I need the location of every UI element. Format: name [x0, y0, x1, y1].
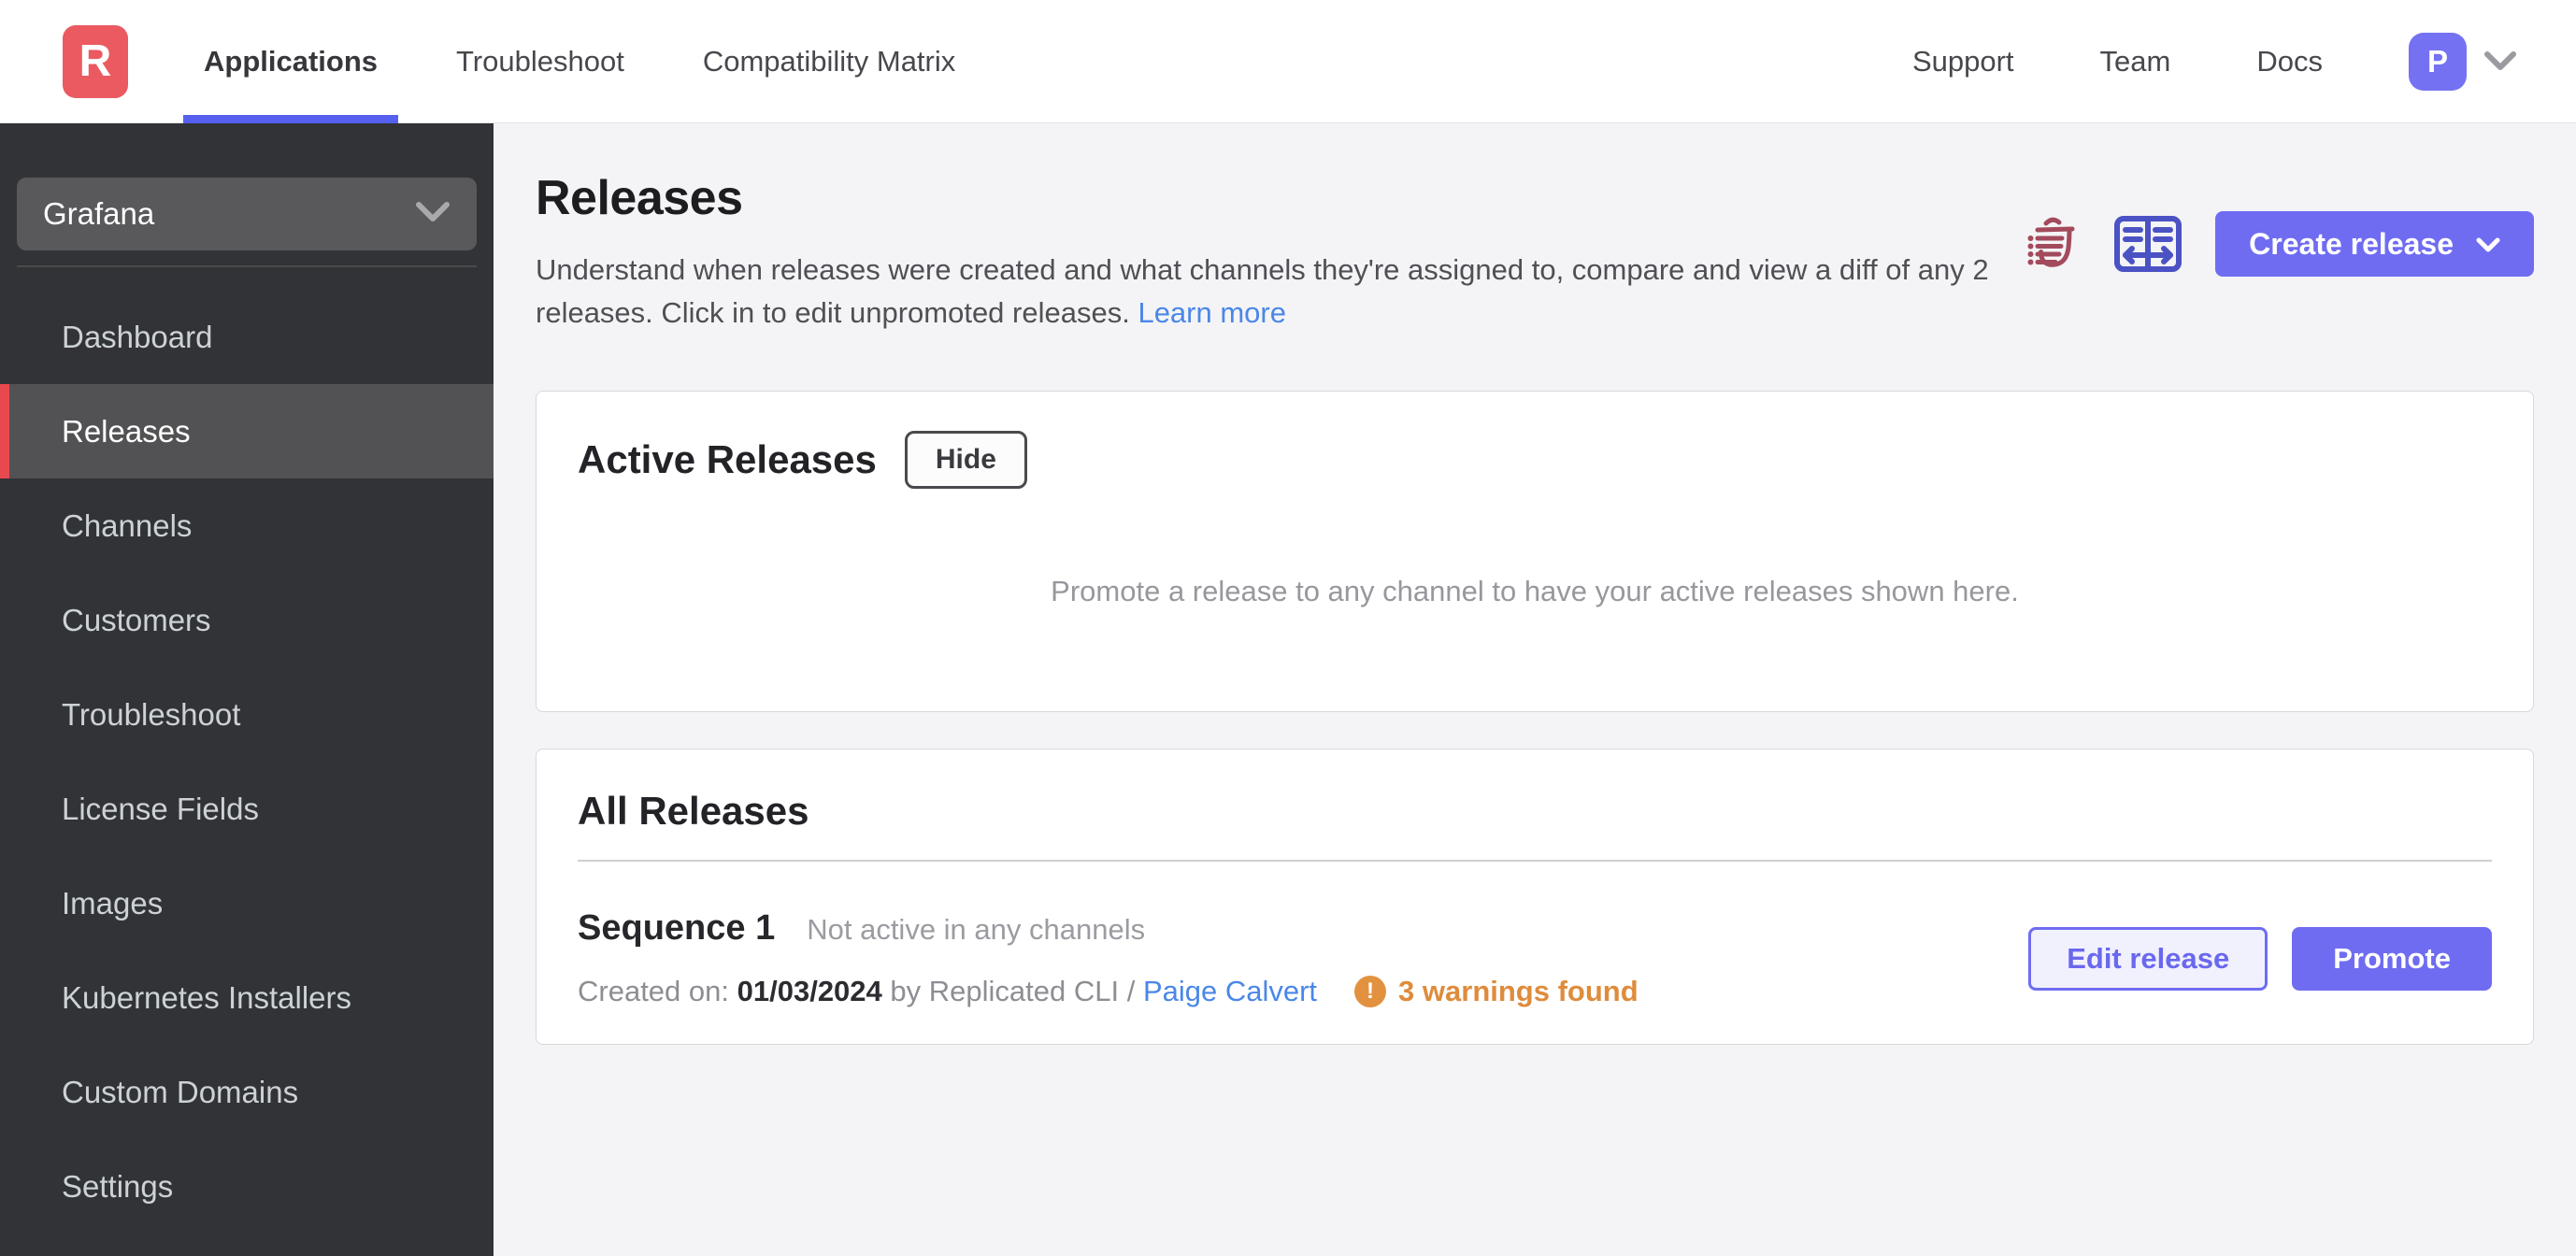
compare-columns-icon[interactable] — [2112, 214, 2183, 274]
release-channel-status: Not active in any channels — [807, 913, 1146, 946]
promote-button[interactable]: Promote — [2292, 926, 2492, 991]
sidebar-item-customers[interactable]: Customers — [0, 573, 494, 667]
release-warnings: ! 3 warnings found — [1354, 975, 1639, 1008]
tab-applications[interactable]: Applications — [165, 0, 417, 123]
replicated-logo[interactable]: R — [63, 24, 128, 98]
chevron-down-icon — [415, 196, 451, 232]
app-selector-dropdown[interactable]: Grafana — [17, 178, 477, 250]
create-release-label: Create release — [2249, 226, 2454, 261]
chevron-down-icon[interactable] — [2483, 50, 2517, 73]
release-actions: Edit release Promote — [2028, 926, 2492, 991]
author-link[interactable]: Paige Calvert — [1143, 975, 1317, 1008]
release-title-line: Sequence 1 Not active in any channels — [578, 908, 1639, 949]
sidebar-divider — [17, 265, 477, 267]
active-releases-empty-text: Promote a release to any channel to have… — [1051, 575, 2019, 607]
sidebar: Grafana Dashboard Releases Channels Cust… — [0, 123, 494, 1256]
avatar-initial: P — [2426, 43, 2448, 78]
page-description: Understand when releases were created an… — [536, 249, 2022, 335]
main-content: Releases Understand when releases were c… — [494, 123, 2576, 1256]
sidebar-item-troubleshoot[interactable]: Troubleshoot — [0, 667, 494, 762]
all-releases-card: All Releases Sequence 1 Not active in an… — [536, 749, 2534, 1045]
active-releases-card: Active Releases Hide Promote a release t… — [536, 391, 2534, 712]
release-info: Sequence 1 Not active in any channels Cr… — [578, 908, 1639, 1008]
release-name: Sequence 1 — [578, 908, 776, 948]
page-header: Releases Understand when releases were c… — [536, 123, 2534, 335]
created-date: 01/03/2024 — [737, 975, 882, 1007]
create-release-button[interactable]: Create release — [2215, 211, 2534, 277]
sidebar-item-dashboard[interactable]: Dashboard — [0, 290, 494, 384]
trash-list-icon[interactable] — [2026, 214, 2081, 274]
active-releases-header: Active Releases Hide — [578, 431, 2492, 489]
all-releases-divider — [578, 860, 2492, 862]
learn-more-link[interactable]: Learn more — [1138, 296, 1286, 329]
created-on-label: Created on: — [578, 975, 729, 1007]
nav-link-docs[interactable]: Docs — [2256, 45, 2323, 78]
all-releases-title: All Releases — [578, 789, 809, 833]
warning-text: 3 warnings found — [1398, 975, 1639, 1007]
hide-button[interactable]: Hide — [904, 431, 1027, 489]
sidebar-item-kubernetes-installers[interactable]: Kubernetes Installers — [0, 950, 494, 1045]
avatar[interactable]: P — [2409, 32, 2467, 91]
created-via: by Replicated CLI / — [890, 975, 1136, 1007]
sidebar-item-custom-domains[interactable]: Custom Domains — [0, 1045, 494, 1139]
primary-nav-tabs: Applications Troubleshoot Compatibility … — [165, 0, 995, 123]
nav-link-support[interactable]: Support — [1912, 45, 2014, 78]
sidebar-item-license-fields[interactable]: License Fields — [0, 762, 494, 856]
nav-link-team[interactable]: Team — [2100, 45, 2171, 78]
sidebar-item-channels[interactable]: Channels — [0, 478, 494, 573]
nav-right-links: Support Team Docs P — [1912, 32, 2576, 91]
release-row: Sequence 1 Not active in any channels Cr… — [578, 908, 2492, 1008]
sidebar-menu: Dashboard Releases Channels Customers Tr… — [0, 290, 494, 1234]
edit-release-button[interactable]: Edit release — [2028, 926, 2268, 991]
release-meta-line: Created on: 01/03/2024 by Replicated CLI… — [578, 975, 1639, 1008]
sidebar-item-releases[interactable]: Releases — [0, 384, 494, 478]
app-selector-value: Grafana — [43, 196, 155, 231]
tab-troubleshoot[interactable]: Troubleshoot — [417, 0, 664, 123]
page-header-actions: Create release — [2026, 211, 2534, 277]
warning-icon: ! — [1354, 976, 1387, 1007]
tab-compatibility-matrix[interactable]: Compatibility Matrix — [664, 0, 995, 123]
chevron-down-icon — [2476, 227, 2500, 262]
sidebar-item-settings[interactable]: Settings — [0, 1139, 494, 1234]
active-releases-title: Active Releases — [578, 437, 877, 481]
logo-letter: R — [79, 36, 112, 86]
top-navigation: R Applications Troubleshoot Compatibilit… — [0, 0, 2576, 123]
sidebar-item-images[interactable]: Images — [0, 856, 494, 950]
